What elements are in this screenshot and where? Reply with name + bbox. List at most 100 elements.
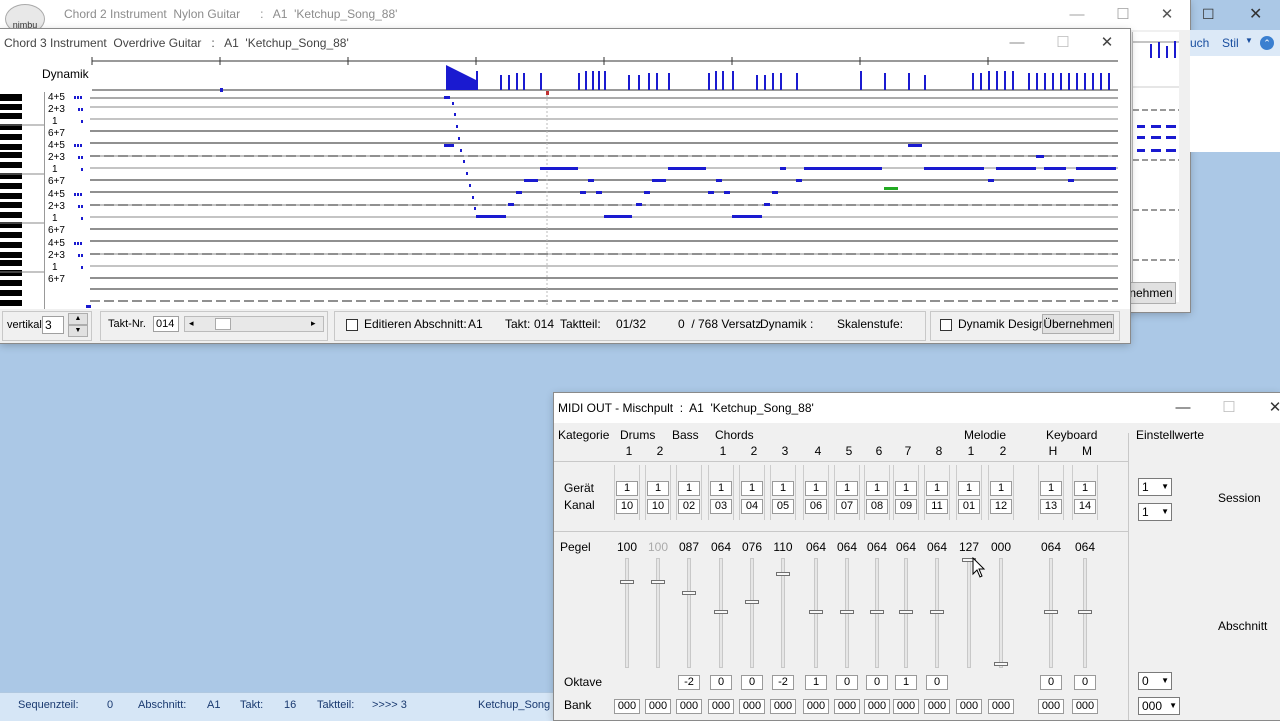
oktave-button[interactable]: 1 xyxy=(895,675,917,690)
kanal-button[interactable]: 10 xyxy=(616,499,638,514)
outer-maximize-button[interactable]: ☐ xyxy=(1202,6,1215,23)
kanal-button[interactable]: 09 xyxy=(895,499,917,514)
pegel-slider[interactable] xyxy=(619,558,635,668)
pegel-slider[interactable] xyxy=(929,558,945,668)
bank-button[interactable]: 000 xyxy=(708,699,734,714)
slider-thumb[interactable] xyxy=(1078,610,1092,614)
mixer-minimize-button[interactable]: — xyxy=(1160,393,1206,423)
kanal-button[interactable]: 10 xyxy=(647,499,669,514)
pegel-slider[interactable] xyxy=(839,558,855,668)
oktave-button[interactable]: -2 xyxy=(772,675,794,690)
bank-button[interactable]: 000 xyxy=(803,699,829,714)
geraet-button[interactable]: 1 xyxy=(710,481,732,496)
vertikal-spin-down[interactable]: ▼ xyxy=(68,325,88,337)
piano-keyboard[interactable] xyxy=(0,92,45,314)
slider-thumb[interactable] xyxy=(776,572,790,576)
bank-button[interactable]: 000 xyxy=(864,699,890,714)
bank-button[interactable]: 000 xyxy=(739,699,765,714)
slider-thumb[interactable] xyxy=(840,610,854,614)
chord2-uebernehmen-button-partial[interactable]: nehmen xyxy=(1126,282,1176,304)
geraet-button[interactable]: 1 xyxy=(1040,481,1062,496)
kanal-button[interactable]: 02 xyxy=(678,499,700,514)
piano-roll[interactable] xyxy=(0,57,1130,317)
oktave-button[interactable]: 0 xyxy=(741,675,763,690)
mixer-titlebar[interactable]: MIDI OUT - Mischpult : A1 'Ketchup_Song_… xyxy=(554,393,1280,423)
pegel-slider[interactable] xyxy=(744,558,760,668)
pegel-slider[interactable] xyxy=(681,558,697,668)
pegel-slider[interactable] xyxy=(1077,558,1093,668)
kanal-button[interactable]: 11 xyxy=(926,499,948,514)
oktave-button[interactable]: 0 xyxy=(836,675,858,690)
kanal-button[interactable]: 06 xyxy=(805,499,827,514)
slider-thumb[interactable] xyxy=(714,610,728,614)
pegel-slider[interactable] xyxy=(898,558,914,668)
scroll-right-icon[interactable]: ▸ xyxy=(311,318,316,329)
bank-button[interactable]: 000 xyxy=(1038,699,1064,714)
slider-thumb[interactable] xyxy=(620,580,634,584)
oktave-button[interactable]: 1 xyxy=(805,675,827,690)
slider-thumb[interactable] xyxy=(651,580,665,584)
slider-thumb[interactable] xyxy=(870,610,884,614)
takt-nr-input[interactable]: 014 xyxy=(153,316,179,332)
slider-thumb[interactable] xyxy=(809,610,823,614)
kanal-button[interactable]: 14 xyxy=(1074,499,1096,514)
ribbon-collapse-icon[interactable]: ⌃ xyxy=(1260,36,1274,50)
session-select-1[interactable]: 1 ▼ xyxy=(1138,478,1172,496)
kanal-button[interactable]: 05 xyxy=(772,499,794,514)
chord2-minimize-button[interactable]: — xyxy=(1054,0,1100,30)
vertikal-spin-up[interactable]: ▲ xyxy=(68,313,88,325)
ribbon-stil-button[interactable]: Stil xyxy=(1222,36,1239,50)
chord3-maximize-button[interactable]: ☐ xyxy=(1040,29,1086,57)
chord2-close-button[interactable]: ✕ xyxy=(1144,0,1190,30)
geraet-button[interactable]: 1 xyxy=(772,481,794,496)
geraet-button[interactable]: 1 xyxy=(1074,481,1096,496)
ribbon-stil-dropdown-icon[interactable]: ▼ xyxy=(1245,36,1253,45)
bank-button[interactable]: 000 xyxy=(924,699,950,714)
slider-thumb[interactable] xyxy=(930,610,944,614)
kanal-button[interactable]: 03 xyxy=(710,499,732,514)
chord2-maximize-button[interactable]: ☐ xyxy=(1100,0,1146,30)
bank-select[interactable]: 000 ▼ xyxy=(1138,697,1180,715)
oktave-button[interactable]: 0 xyxy=(1074,675,1096,690)
bank-button[interactable]: 000 xyxy=(1072,699,1098,714)
geraet-button[interactable]: 1 xyxy=(836,481,858,496)
uebernehmen-button[interactable]: Übernehmen xyxy=(1042,314,1114,334)
geraet-button[interactable]: 1 xyxy=(741,481,763,496)
slider-thumb[interactable] xyxy=(994,662,1008,666)
geraet-button[interactable]: 1 xyxy=(926,481,948,496)
oktave-select[interactable]: 0 ▼ xyxy=(1138,672,1172,690)
bank-button[interactable]: 000 xyxy=(676,699,702,714)
kanal-button[interactable]: 08 xyxy=(866,499,888,514)
kanal-button[interactable]: 04 xyxy=(741,499,763,514)
mixer-maximize-button[interactable]: ☐ xyxy=(1206,393,1252,423)
bank-button[interactable]: 000 xyxy=(614,699,640,714)
pegel-slider[interactable] xyxy=(993,558,1009,668)
kanal-button[interactable]: 12 xyxy=(990,499,1012,514)
geraet-button[interactable]: 1 xyxy=(805,481,827,496)
kanal-button[interactable]: 07 xyxy=(836,499,858,514)
scroll-left-icon[interactable]: ◂ xyxy=(189,318,194,329)
chord3-minimize-button[interactable]: — xyxy=(994,29,1040,57)
bank-button[interactable]: 000 xyxy=(834,699,860,714)
pegel-slider[interactable] xyxy=(650,558,666,668)
slider-thumb[interactable] xyxy=(745,600,759,604)
slider-thumb[interactable] xyxy=(899,610,913,614)
slider-thumb[interactable] xyxy=(682,591,696,595)
ribbon-uch-button[interactable]: uch xyxy=(1190,36,1209,50)
oktave-button[interactable]: 0 xyxy=(866,675,888,690)
editieren-checkbox[interactable] xyxy=(346,319,358,331)
chord2-titlebar[interactable]: nimbu Chord 2 Instrument Nylon Guitar : … xyxy=(0,0,1190,34)
bank-button[interactable]: 000 xyxy=(770,699,796,714)
geraet-button[interactable]: 1 xyxy=(616,481,638,496)
takt-scrollbar[interactable]: ◂ ▸ xyxy=(184,316,324,332)
geraet-button[interactable]: 1 xyxy=(678,481,700,496)
bank-button[interactable]: 000 xyxy=(988,699,1014,714)
bank-button[interactable]: 000 xyxy=(893,699,919,714)
geraet-button[interactable]: 1 xyxy=(866,481,888,496)
kanal-button[interactable]: 13 xyxy=(1040,499,1062,514)
oktave-button[interactable]: 0 xyxy=(926,675,948,690)
chord3-close-button[interactable]: ✕ xyxy=(1084,29,1130,57)
scroll-thumb[interactable] xyxy=(215,318,231,330)
oktave-button[interactable]: -2 xyxy=(678,675,700,690)
outer-close-button[interactable]: ✕ xyxy=(1249,4,1262,24)
